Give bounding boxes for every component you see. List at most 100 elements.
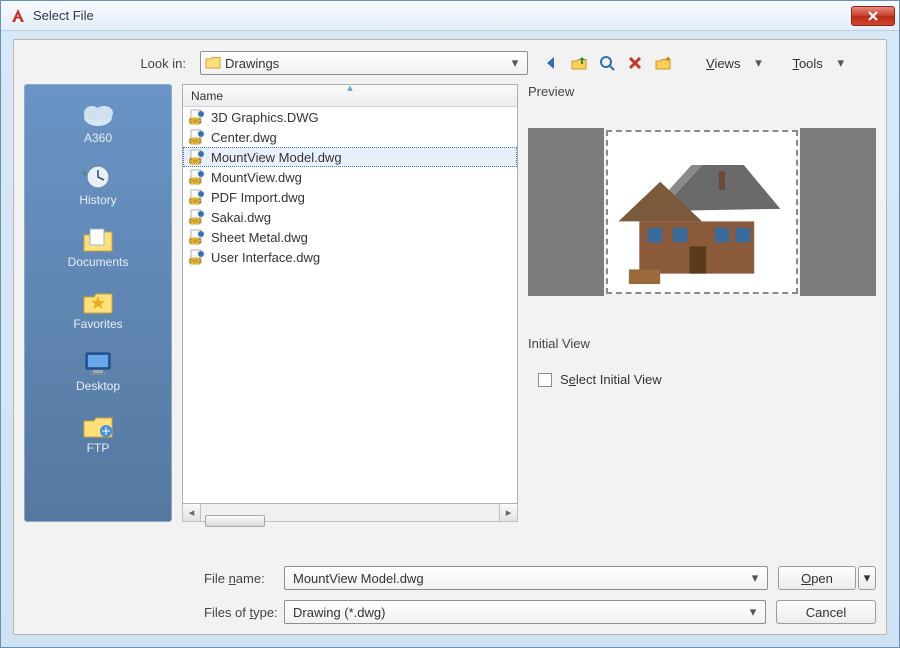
look-in-value: Drawings (221, 56, 507, 71)
file-name-label: File name: (24, 571, 284, 586)
sidebar-item-ftp[interactable]: FTP (29, 405, 167, 461)
svg-text:DWG: DWG (189, 199, 201, 205)
file-name-cell: User Interface.dwg (211, 250, 320, 265)
folder-icon (205, 56, 221, 70)
sidebar-item-a360[interactable]: A360 (29, 95, 167, 151)
tools-menu[interactable]: Tools (786, 56, 828, 71)
places-sidebar: A360 History (24, 84, 172, 522)
sidebar-item-label: Desktop (76, 379, 120, 393)
dwg-file-icon: DWG (189, 109, 205, 125)
file-name-cell: MountView.dwg (211, 170, 302, 185)
sidebar-item-label: FTP (87, 441, 110, 455)
sidebar-item-documents[interactable]: Documents (29, 219, 167, 275)
sidebar-item-label: Documents (68, 255, 129, 269)
scroll-right-button[interactable]: ▸ (499, 504, 517, 521)
delete-button[interactable] (624, 52, 646, 74)
sidebar-item-label: History (79, 193, 116, 207)
toolbar: Views ▾ Tools ▾ (540, 52, 847, 74)
preview-box (528, 128, 876, 296)
up-one-level-button[interactable] (568, 52, 590, 74)
svg-text:DWG: DWG (189, 179, 201, 185)
dwg-file-icon: DWG (189, 129, 205, 145)
sidebar-item-label: Favorites (73, 317, 122, 331)
open-split-button[interactable]: ▾ (858, 566, 876, 590)
preview-image (606, 130, 798, 294)
look-in-label: Look in: (24, 56, 194, 71)
sidebar-item-history[interactable]: History (29, 157, 167, 213)
open-button[interactable]: Open (778, 566, 856, 590)
file-name-combo[interactable]: MountView Model.dwg ▾ (284, 566, 768, 590)
chevron-down-icon: ▾ (747, 570, 763, 586)
sidebar-item-label: A360 (84, 131, 112, 145)
chevron-down-icon: ▾ (745, 604, 761, 620)
scroll-thumb[interactable] (205, 515, 265, 527)
dwg-file-icon: DWG (189, 249, 205, 265)
sidebar-item-favorites[interactable]: Favorites (29, 281, 167, 337)
files-of-type-combo[interactable]: Drawing (*.dwg) ▾ (284, 600, 766, 624)
dwg-file-icon: DWG (189, 209, 205, 225)
file-name-cell: Center.dwg (211, 130, 277, 145)
svg-text:DWG: DWG (189, 239, 201, 245)
views-menu[interactable]: Views (700, 56, 746, 71)
look-in-combo[interactable]: Drawings ▾ (200, 51, 528, 75)
file-name-cell: Sheet Metal.dwg (211, 230, 308, 245)
preview-matte-right (800, 128, 876, 296)
sidebar-item-desktop[interactable]: Desktop (29, 343, 167, 399)
mid-row: A360 History (24, 84, 876, 522)
favorites-folder-icon (78, 285, 118, 317)
dwg-file-icon: DWG (189, 189, 205, 205)
svg-text:DWG: DWG (189, 119, 201, 125)
svg-text:DWG: DWG (189, 139, 201, 145)
preview-label: Preview (528, 84, 876, 102)
dwg-file-icon: DWG (189, 229, 205, 245)
tools-menu-chevron[interactable]: ▾ (835, 55, 847, 71)
file-row[interactable]: DWG Center.dwg (183, 127, 517, 147)
scroll-left-button[interactable]: ◂ (183, 504, 201, 521)
preview-matte-left (528, 128, 604, 296)
bottom-row: File name: MountView Model.dwg ▾ Open ▾ … (24, 556, 876, 624)
file-name-value: MountView Model.dwg (289, 571, 747, 586)
svg-text:DWG: DWG (189, 159, 201, 165)
right-pane: Preview (528, 84, 876, 522)
file-row[interactable]: DWG Sakai.dwg (183, 207, 517, 227)
file-name-cell: MountView Model.dwg (211, 150, 342, 165)
file-name-cell: Sakai.dwg (211, 210, 271, 225)
file-list-rows: DWG 3D Graphics.DWG DWG Center.dwg DWG M… (183, 107, 517, 267)
select-initial-view-label: Select Initial View (560, 372, 662, 387)
ftp-folder-icon (78, 409, 118, 441)
close-button[interactable] (851, 6, 895, 26)
autocad-app-icon (9, 7, 27, 25)
dwg-file-icon: DWG (189, 169, 205, 185)
dialog-body: Look in: Drawings ▾ (13, 39, 887, 635)
file-list-header-name[interactable]: Name ▴ (183, 85, 517, 107)
chevron-down-icon: ▾ (507, 55, 523, 71)
select-file-dialog: Select File Look in: Drawings ▾ (0, 0, 900, 648)
cancel-button[interactable]: Cancel (776, 600, 876, 624)
search-web-button[interactable] (596, 52, 618, 74)
horizontal-scrollbar[interactable]: ◂ ▸ (182, 504, 518, 522)
cloud-icon (78, 99, 118, 131)
file-row[interactable]: DWG Sheet Metal.dwg (183, 227, 517, 247)
file-row[interactable]: DWG MountView Model.dwg (183, 147, 517, 167)
new-folder-button[interactable] (652, 52, 674, 74)
documents-folder-icon (78, 223, 118, 255)
file-row[interactable]: DWG MountView.dwg (183, 167, 517, 187)
desktop-monitor-icon (78, 347, 118, 379)
views-menu-chevron[interactable]: ▾ (752, 55, 764, 71)
dwg-file-icon: DWG (189, 149, 205, 165)
svg-text:DWG: DWG (189, 259, 201, 265)
svg-text:DWG: DWG (189, 219, 201, 225)
file-row[interactable]: DWG PDF Import.dwg (183, 187, 517, 207)
file-row[interactable]: DWG 3D Graphics.DWG (183, 107, 517, 127)
history-icon (78, 161, 118, 193)
file-name-cell: PDF Import.dwg (211, 190, 305, 205)
top-row: Look in: Drawings ▾ (24, 50, 876, 76)
file-list[interactable]: Name ▴ DWG 3D Graphics.DWG DWG Center.dw… (182, 84, 518, 504)
titlebar: Select File (1, 1, 899, 31)
file-row[interactable]: DWG User Interface.dwg (183, 247, 517, 267)
select-initial-view-checkbox[interactable] (538, 373, 552, 387)
initial-view-section: Initial View Select Initial View (528, 336, 876, 387)
files-of-type-label: Files of type: (24, 605, 284, 620)
back-button[interactable] (540, 52, 562, 74)
sort-ascending-icon: ▴ (347, 84, 353, 94)
